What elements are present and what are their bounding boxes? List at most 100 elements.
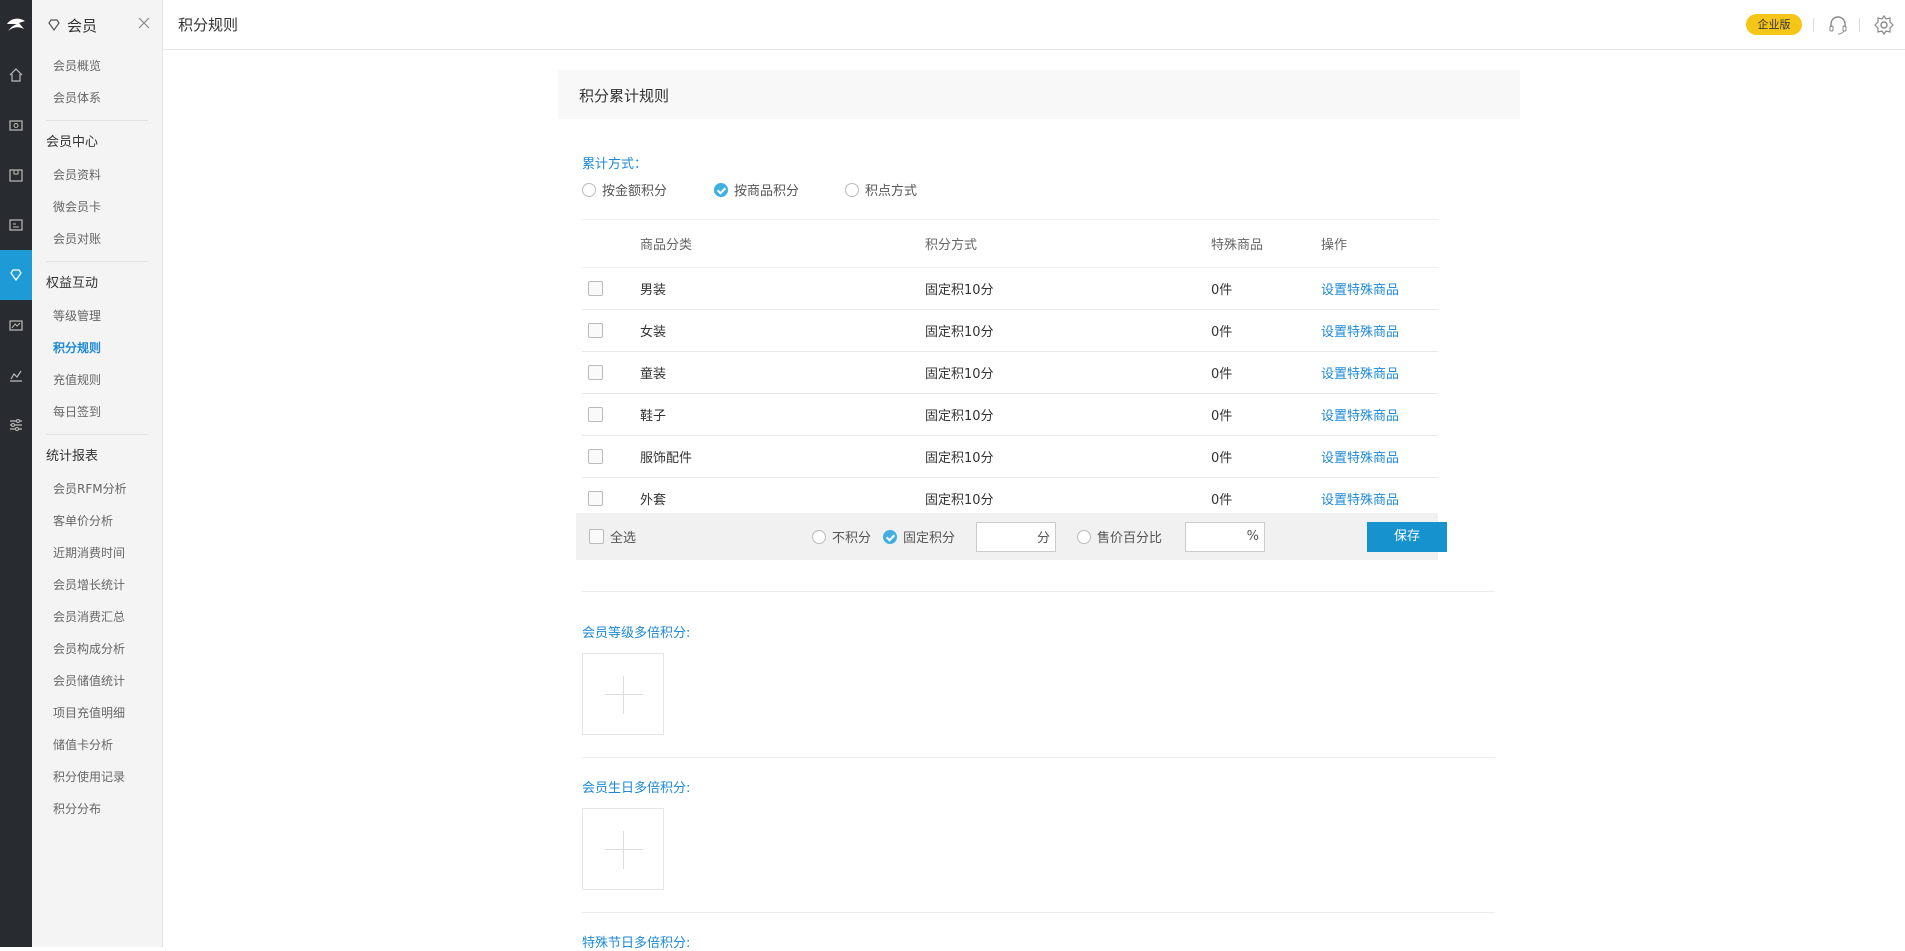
percent-input[interactable]: % [1185, 522, 1265, 552]
row-checkbox[interactable] [588, 365, 603, 380]
set-special-link[interactable]: 设置特殊商品 [1321, 325, 1399, 340]
radio-button[interactable] [883, 530, 897, 544]
unit-label: % [1247, 529, 1259, 544]
select-all[interactable]: 全选 [589, 513, 636, 560]
sidebar-item[interactable]: 等级管理 [46, 300, 148, 332]
set-special-link[interactable]: 设置特殊商品 [1321, 283, 1399, 298]
radio-label: 固定积分 [903, 527, 955, 546]
header-method: 积分方式 [925, 220, 1211, 268]
sidebar-group-title: 会员中心 [46, 127, 148, 159]
section-header: 积分累计规则 [558, 70, 1520, 119]
divider [46, 261, 148, 262]
logo-icon[interactable] [0, 0, 32, 50]
method-cell: 固定积10分 [925, 352, 1211, 394]
sidebar-item[interactable]: 会员资料 [46, 159, 148, 191]
no-points-option[interactable]: 不积分 [812, 513, 871, 560]
row-checkbox[interactable] [588, 449, 603, 464]
main-content: 积分累计规则 累计方式： 按金额积分 按商品积分 积点方式 商品分类 积分方式 … [163, 51, 1905, 947]
sidebar-group-title: 统计报表 [46, 441, 148, 473]
set-special-link[interactable]: 设置特殊商品 [1321, 409, 1399, 424]
cashier-icon[interactable] [0, 100, 32, 150]
sidebar-item[interactable]: 会员构成分析 [46, 633, 148, 665]
header-category: 商品分类 [640, 220, 925, 268]
member-icon[interactable] [0, 250, 32, 300]
sidebar-item[interactable]: 每日签到 [46, 396, 148, 428]
diamond-icon [47, 18, 61, 32]
holiday-multiplier-label: 特殊节日多倍积分: [582, 932, 690, 951]
report-icon[interactable] [0, 350, 32, 400]
sidebar-item[interactable]: 会员概览 [46, 50, 148, 82]
gear-icon[interactable] [1873, 14, 1895, 36]
method-cell: 固定积10分 [925, 394, 1211, 436]
section-title: 积分累计规则 [579, 85, 669, 106]
row-checkbox[interactable] [588, 281, 603, 296]
row-checkbox[interactable] [588, 407, 603, 422]
method-cell: 固定积10分 [925, 436, 1211, 478]
table-header-row: 商品分类 积分方式 特殊商品 操作 [582, 220, 1438, 268]
add-level-multiplier-button[interactable] [582, 653, 664, 735]
set-special-link[interactable]: 设置特殊商品 [1321, 493, 1399, 508]
close-icon[interactable] [138, 17, 150, 29]
sidebar: 会员 会员概览 会员体系 会员中心 会员资料 微会员卡 会员对账 权益互动 等级… [32, 0, 163, 947]
select-all-checkbox[interactable] [589, 529, 604, 544]
radio-button[interactable] [812, 530, 826, 544]
sidebar-item[interactable]: 积分分布 [46, 793, 148, 825]
marketing-icon[interactable] [0, 300, 32, 350]
header-action: 操作 [1321, 220, 1438, 268]
table-row: 服饰配件 固定积10分 0件 设置特殊商品 [582, 436, 1438, 478]
radio-button[interactable] [582, 183, 596, 197]
table-row: 鞋子 固定积10分 0件 设置特殊商品 [582, 394, 1438, 436]
sidebar-item[interactable]: 会员增长统计 [46, 569, 148, 601]
special-cell: 0件 [1211, 436, 1321, 478]
sidebar-item[interactable]: 会员储值统计 [46, 665, 148, 697]
save-button[interactable]: 保存 [1367, 522, 1447, 552]
settings-icon[interactable] [0, 400, 32, 450]
sidebar-item[interactable]: 项目充值明细 [46, 697, 148, 729]
home-icon[interactable] [0, 50, 32, 100]
sidebar-item[interactable]: 客单价分析 [46, 505, 148, 537]
table-row: 男装 固定积10分 0件 设置特殊商品 [582, 268, 1438, 310]
category-cell: 女装 [640, 310, 925, 352]
category-cell: 服饰配件 [640, 436, 925, 478]
radio-button[interactable] [845, 183, 859, 197]
sidebar-item-active[interactable]: 积分规则 [46, 332, 148, 364]
radio-points[interactable]: 积点方式 [845, 180, 917, 199]
radio-amount[interactable]: 按金额积分 [582, 180, 667, 199]
divider [1813, 18, 1814, 32]
goods-icon[interactable] [0, 150, 32, 200]
sidebar-item[interactable]: 充值规则 [46, 364, 148, 396]
staff-card-icon[interactable] [0, 200, 32, 250]
radio-goods[interactable]: 按商品积分 [714, 180, 799, 199]
sidebar-item[interactable]: 储值卡分析 [46, 729, 148, 761]
fixed-points-option[interactable]: 固定积分 [883, 513, 955, 560]
special-cell: 0件 [1211, 310, 1321, 352]
fixed-points-input[interactable]: 分 [976, 522, 1056, 552]
birthday-multiplier-label: 会员生日多倍积分: [582, 777, 690, 796]
headset-icon[interactable] [1827, 14, 1849, 36]
sidebar-item[interactable]: 近期消费时间 [46, 537, 148, 569]
row-checkbox[interactable] [588, 323, 603, 338]
sidebar-item[interactable]: 会员RFM分析 [46, 473, 148, 505]
percent-option[interactable]: 售价百分比 [1077, 513, 1162, 560]
edition-badge: 企业版 [1746, 14, 1802, 35]
table-row: 女装 固定积10分 0件 设置特殊商品 [582, 310, 1438, 352]
row-checkbox[interactable] [588, 491, 603, 506]
method-cell: 固定积10分 [925, 268, 1211, 310]
radio-button[interactable] [714, 183, 728, 197]
sidebar-item[interactable]: 会员消费汇总 [46, 601, 148, 633]
sidebar-item[interactable]: 会员体系 [46, 82, 148, 114]
set-special-link[interactable]: 设置特殊商品 [1321, 367, 1399, 382]
sidebar-group-title: 权益互动 [46, 268, 148, 300]
divider [582, 912, 1495, 913]
radio-label: 不积分 [832, 527, 871, 546]
divider [582, 591, 1495, 592]
sidebar-item[interactable]: 微会员卡 [46, 191, 148, 223]
radio-button[interactable] [1077, 530, 1091, 544]
sidebar-item[interactable]: 积分使用记录 [46, 761, 148, 793]
sidebar-item[interactable]: 会员对账 [46, 223, 148, 255]
select-all-label: 全选 [610, 527, 636, 546]
accumulate-label: 累计方式： [582, 153, 647, 172]
set-special-link[interactable]: 设置特殊商品 [1321, 451, 1399, 466]
add-birthday-multiplier-button[interactable] [582, 808, 664, 890]
category-cell: 童装 [640, 352, 925, 394]
